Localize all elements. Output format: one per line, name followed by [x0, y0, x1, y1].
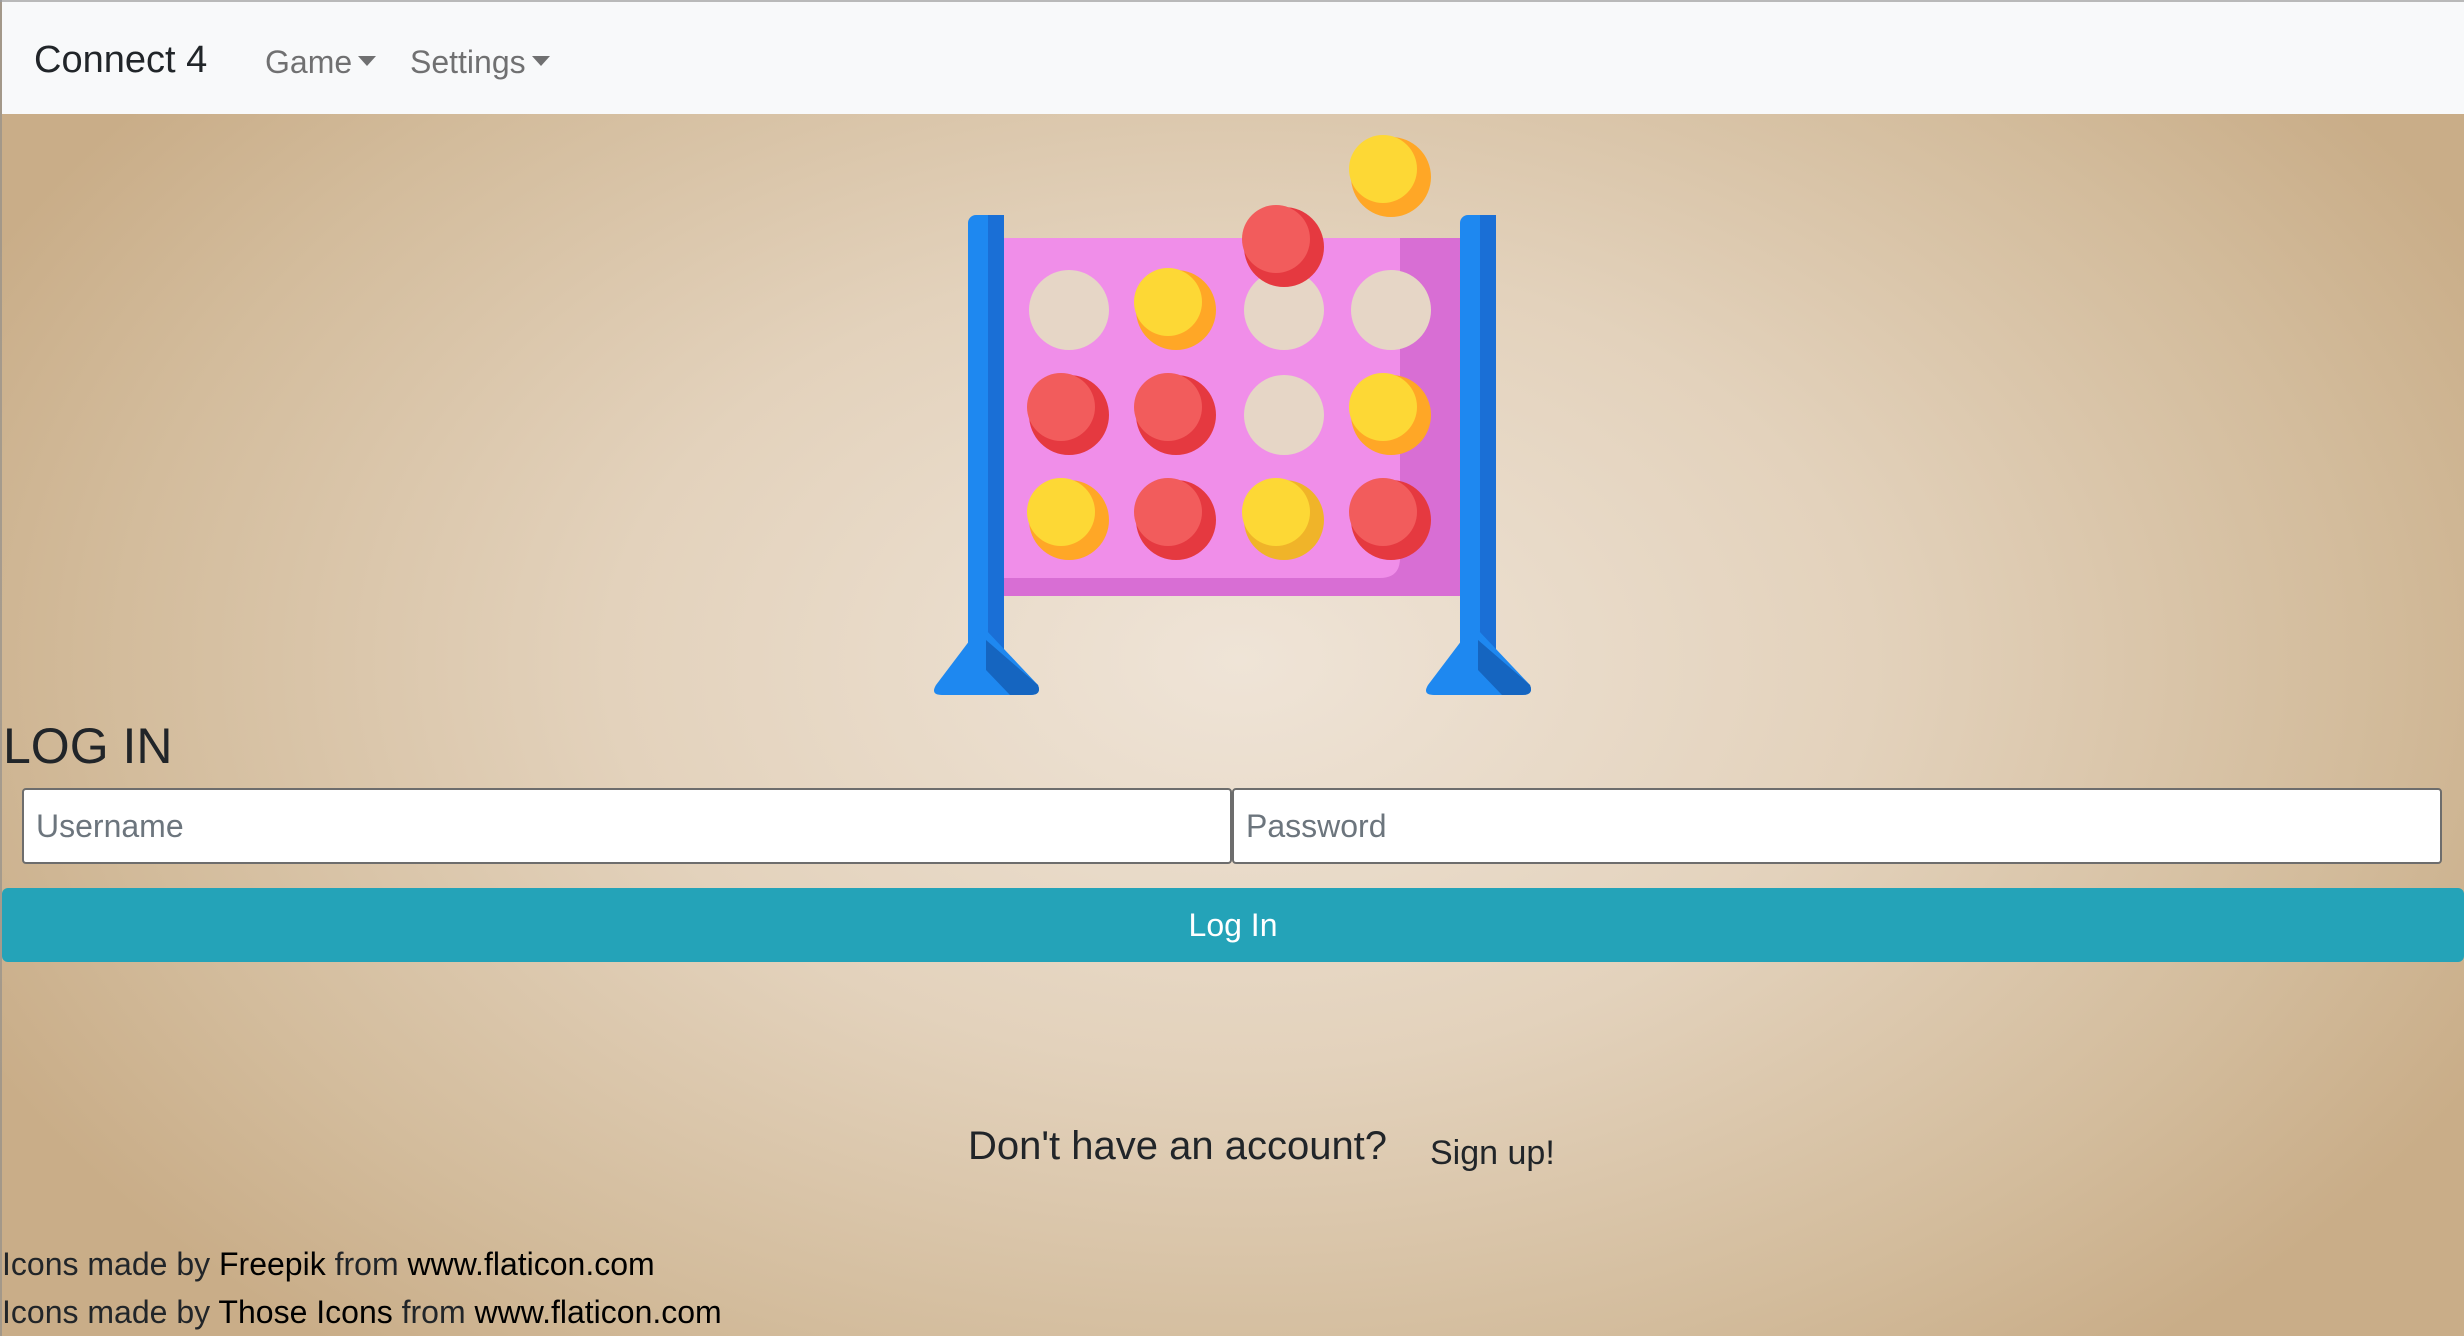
nav-game-dropdown[interactable]: Game	[265, 40, 377, 84]
nav-settings-label: Settings	[410, 44, 526, 80]
chevron-down-icon	[531, 55, 550, 66]
connect-four-icon	[934, 135, 1531, 695]
no-account-prompt: Don't have an account?	[968, 1124, 1388, 1168]
chevron-down-icon	[358, 55, 377, 66]
icon-credit-freepik: Icons made by Freepik from www.flaticon.…	[2, 1242, 655, 1286]
navbar-brand[interactable]: Connect 4	[34, 36, 207, 84]
credit-author-link[interactable]: Those Icons	[218, 1294, 392, 1330]
credit-middle: from	[392, 1294, 475, 1330]
icon-credit-those-icons: Icons made by Those Icons from www.flati…	[2, 1290, 722, 1334]
credit-prefix: Icons made by	[2, 1246, 219, 1282]
login-button[interactable]: Log In	[2, 888, 2464, 962]
credit-prefix: Icons made by	[2, 1294, 219, 1330]
nav-game-label: Game	[265, 44, 353, 80]
credit-site-link[interactable]: www.flaticon.com	[475, 1294, 722, 1330]
password-input[interactable]	[1232, 788, 2442, 864]
window-left-border	[0, 0, 2, 1336]
credit-middle: from	[325, 1246, 408, 1282]
login-heading: LOG IN	[3, 718, 173, 774]
credit-author-link[interactable]: Freepik	[219, 1246, 326, 1282]
credit-site-link[interactable]: www.flaticon.com	[407, 1246, 654, 1282]
signup-link[interactable]: Sign up!	[1430, 1130, 1555, 1176]
username-input[interactable]	[22, 788, 1232, 864]
navbar: Connect 4 Game Settings	[2, 2, 2464, 114]
nav-settings-dropdown[interactable]: Settings	[410, 40, 550, 84]
